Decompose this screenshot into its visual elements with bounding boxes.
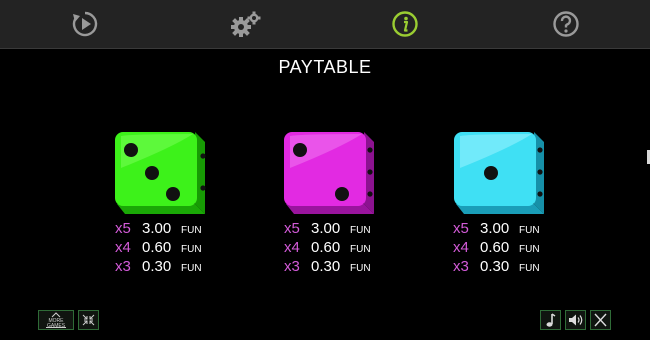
cyan-die-icon bbox=[450, 128, 550, 218]
payout-row: x3 0.30 FUN bbox=[453, 257, 583, 276]
payout-amount: 0.60 bbox=[480, 239, 510, 256]
music-button[interactable] bbox=[540, 310, 561, 330]
help-icon[interactable] bbox=[552, 10, 580, 38]
payout-currency: FUN bbox=[350, 263, 371, 274]
payout-multiplier: x5 bbox=[284, 220, 300, 237]
collapse-button[interactable] bbox=[78, 310, 99, 330]
payout-row: x3 0.30 FUN bbox=[284, 257, 414, 276]
payout-row: x3 0.30 FUN bbox=[115, 257, 245, 276]
magenta-die-payouts: x5 3.00 FUN x4 0.60 FUN x3 0.30 FUN bbox=[284, 219, 414, 276]
payout-amount: 0.30 bbox=[142, 258, 172, 275]
speaker-icon bbox=[569, 314, 583, 326]
payout-row: x5 3.00 FUN bbox=[453, 219, 583, 238]
payout-row: x5 3.00 FUN bbox=[115, 219, 245, 238]
payout-row: x4 0.60 FUN bbox=[115, 238, 245, 257]
payout-amount: 0.30 bbox=[480, 258, 510, 275]
sound-button[interactable] bbox=[565, 310, 586, 330]
payout-multiplier: x5 bbox=[115, 220, 131, 237]
magenta-die-icon bbox=[280, 128, 380, 218]
cyan-die-payouts: x5 3.00 FUN x4 0.60 FUN x3 0.30 FUN bbox=[453, 219, 583, 276]
payout-multiplier: x5 bbox=[453, 220, 469, 237]
music-note-icon bbox=[546, 313, 556, 327]
payout-multiplier: x3 bbox=[115, 258, 131, 275]
payout-amount: 0.30 bbox=[311, 258, 341, 275]
payout-multiplier: x4 bbox=[284, 239, 300, 256]
green-die-payouts: x5 3.00 FUN x4 0.60 FUN x3 0.30 FUN bbox=[115, 219, 245, 276]
close-button[interactable] bbox=[590, 310, 611, 330]
page-title: PAYTABLE bbox=[278, 57, 372, 77]
underline bbox=[46, 327, 66, 328]
payout-amount: 3.00 bbox=[480, 220, 510, 237]
payout-multiplier: x3 bbox=[453, 258, 469, 275]
payout-currency: FUN bbox=[181, 263, 202, 274]
payout-multiplier: x3 bbox=[284, 258, 300, 275]
payout-amount: 3.00 bbox=[142, 220, 172, 237]
payout-amount: 3.00 bbox=[311, 220, 341, 237]
payout-multiplier: x4 bbox=[115, 239, 131, 256]
top-toolbar bbox=[0, 0, 650, 49]
close-icon bbox=[594, 313, 607, 327]
payout-row: x4 0.60 FUN bbox=[284, 238, 414, 257]
payout-multiplier: x4 bbox=[453, 239, 469, 256]
payout-row: x4 0.60 FUN bbox=[453, 238, 583, 257]
payout-currency: FUN bbox=[519, 263, 540, 274]
collapse-icon bbox=[82, 314, 95, 326]
settings-gears-icon[interactable] bbox=[229, 10, 263, 38]
info-icon[interactable] bbox=[391, 10, 419, 38]
payout-row: x5 3.00 FUN bbox=[284, 219, 414, 238]
more-games-button[interactable]: MORE GAMES bbox=[38, 310, 74, 330]
replay-icon[interactable] bbox=[71, 10, 99, 38]
payout-amount: 0.60 bbox=[142, 239, 172, 256]
payout-amount: 0.60 bbox=[311, 239, 341, 256]
green-die-icon bbox=[111, 128, 211, 218]
